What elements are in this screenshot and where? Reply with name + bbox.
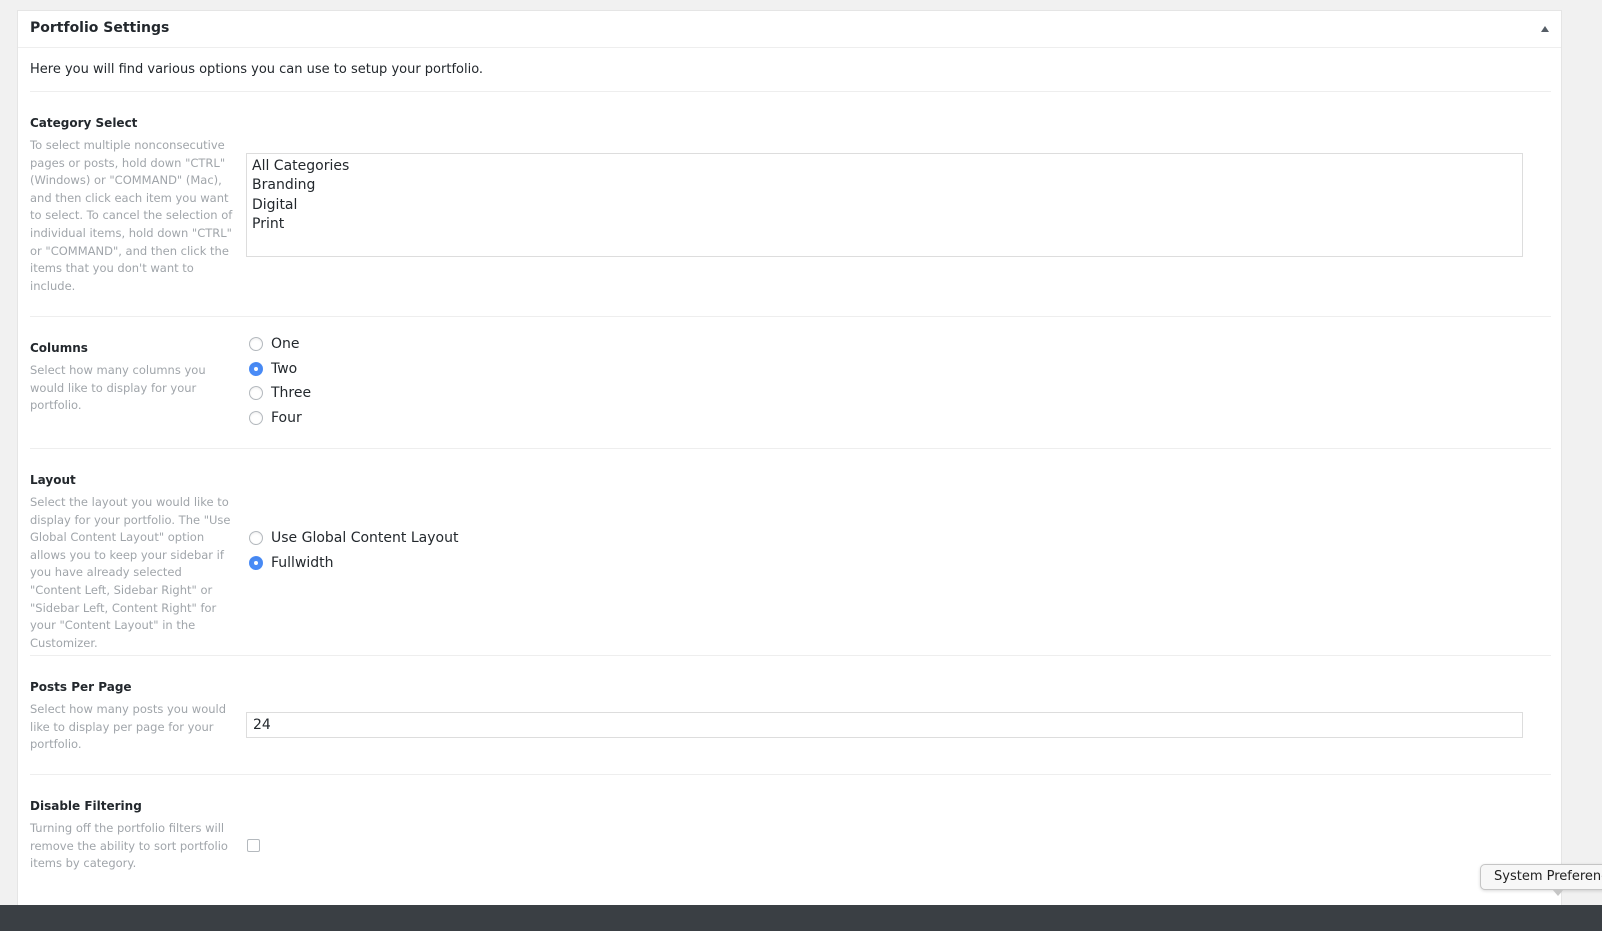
layout-option-fullwidth[interactable]: Fullwidth [249,553,334,573]
posts-per-page-label: Posts Per Page [30,680,132,694]
category-select-description: To select multiple nonconsecutive pages … [30,138,233,293]
panel-title: Portfolio Settings [30,20,170,36]
dock-bar [0,905,1602,931]
columns-option-four[interactable]: Four [249,408,302,428]
radio-button[interactable] [249,386,263,400]
category-option-branding[interactable]: Branding [252,176,1517,195]
panel-intro: Here you will find various options you c… [30,62,484,77]
radio-label: Four [271,410,302,426]
columns-option-two[interactable]: Two [249,359,297,379]
layout-description: Select the layout you would like to disp… [30,495,231,650]
posts-per-page-input[interactable]: 24 [246,712,1523,738]
category-option-digital[interactable]: Digital [252,196,1517,215]
layout-option-global[interactable]: Use Global Content Layout [249,528,458,548]
radio-button[interactable] [249,531,263,545]
columns-description: Select how many columns you would like t… [30,363,206,413]
disable-filtering-description: Turning off the portfolio filters will r… [30,821,228,871]
disable-filtering-label: Disable Filtering [30,799,142,813]
radio-button[interactable] [249,411,263,425]
radio-label: Use Global Content Layout [271,530,459,546]
panel-header[interactable]: Portfolio Settings [18,11,1561,48]
radio-label: Two [271,361,298,377]
divider [30,774,1551,775]
category-select-listbox[interactable]: All Categories Branding Digital Print [246,153,1523,257]
radio-button-checked[interactable] [249,362,263,376]
radio-label: Three [271,385,312,401]
category-option-all[interactable]: All Categories [252,157,1517,176]
tooltip-pointer [1552,889,1564,896]
portfolio-settings-panel: Portfolio Settings Here you will find va… [17,10,1562,931]
columns-option-one[interactable]: One [249,334,300,354]
divider [30,655,1551,656]
divider [30,316,1551,317]
disable-filtering-checkbox[interactable] [247,839,260,852]
radio-label: One [271,336,300,352]
category-select-label: Category Select [30,116,138,130]
posts-per-page-description: Select how many posts you would like to … [30,702,227,752]
dock-tooltip: System Preferences [1480,864,1602,890]
collapse-arrow-icon[interactable] [1541,26,1549,32]
category-option-print[interactable]: Print [252,215,1517,234]
columns-option-three[interactable]: Three [249,383,311,403]
radio-button[interactable] [249,337,263,351]
radio-button-checked[interactable] [249,556,263,570]
divider [30,448,1551,449]
radio-label: Fullwidth [271,555,334,571]
divider [30,91,1551,92]
layout-label: Layout [30,473,76,487]
columns-label: Columns [30,341,88,355]
